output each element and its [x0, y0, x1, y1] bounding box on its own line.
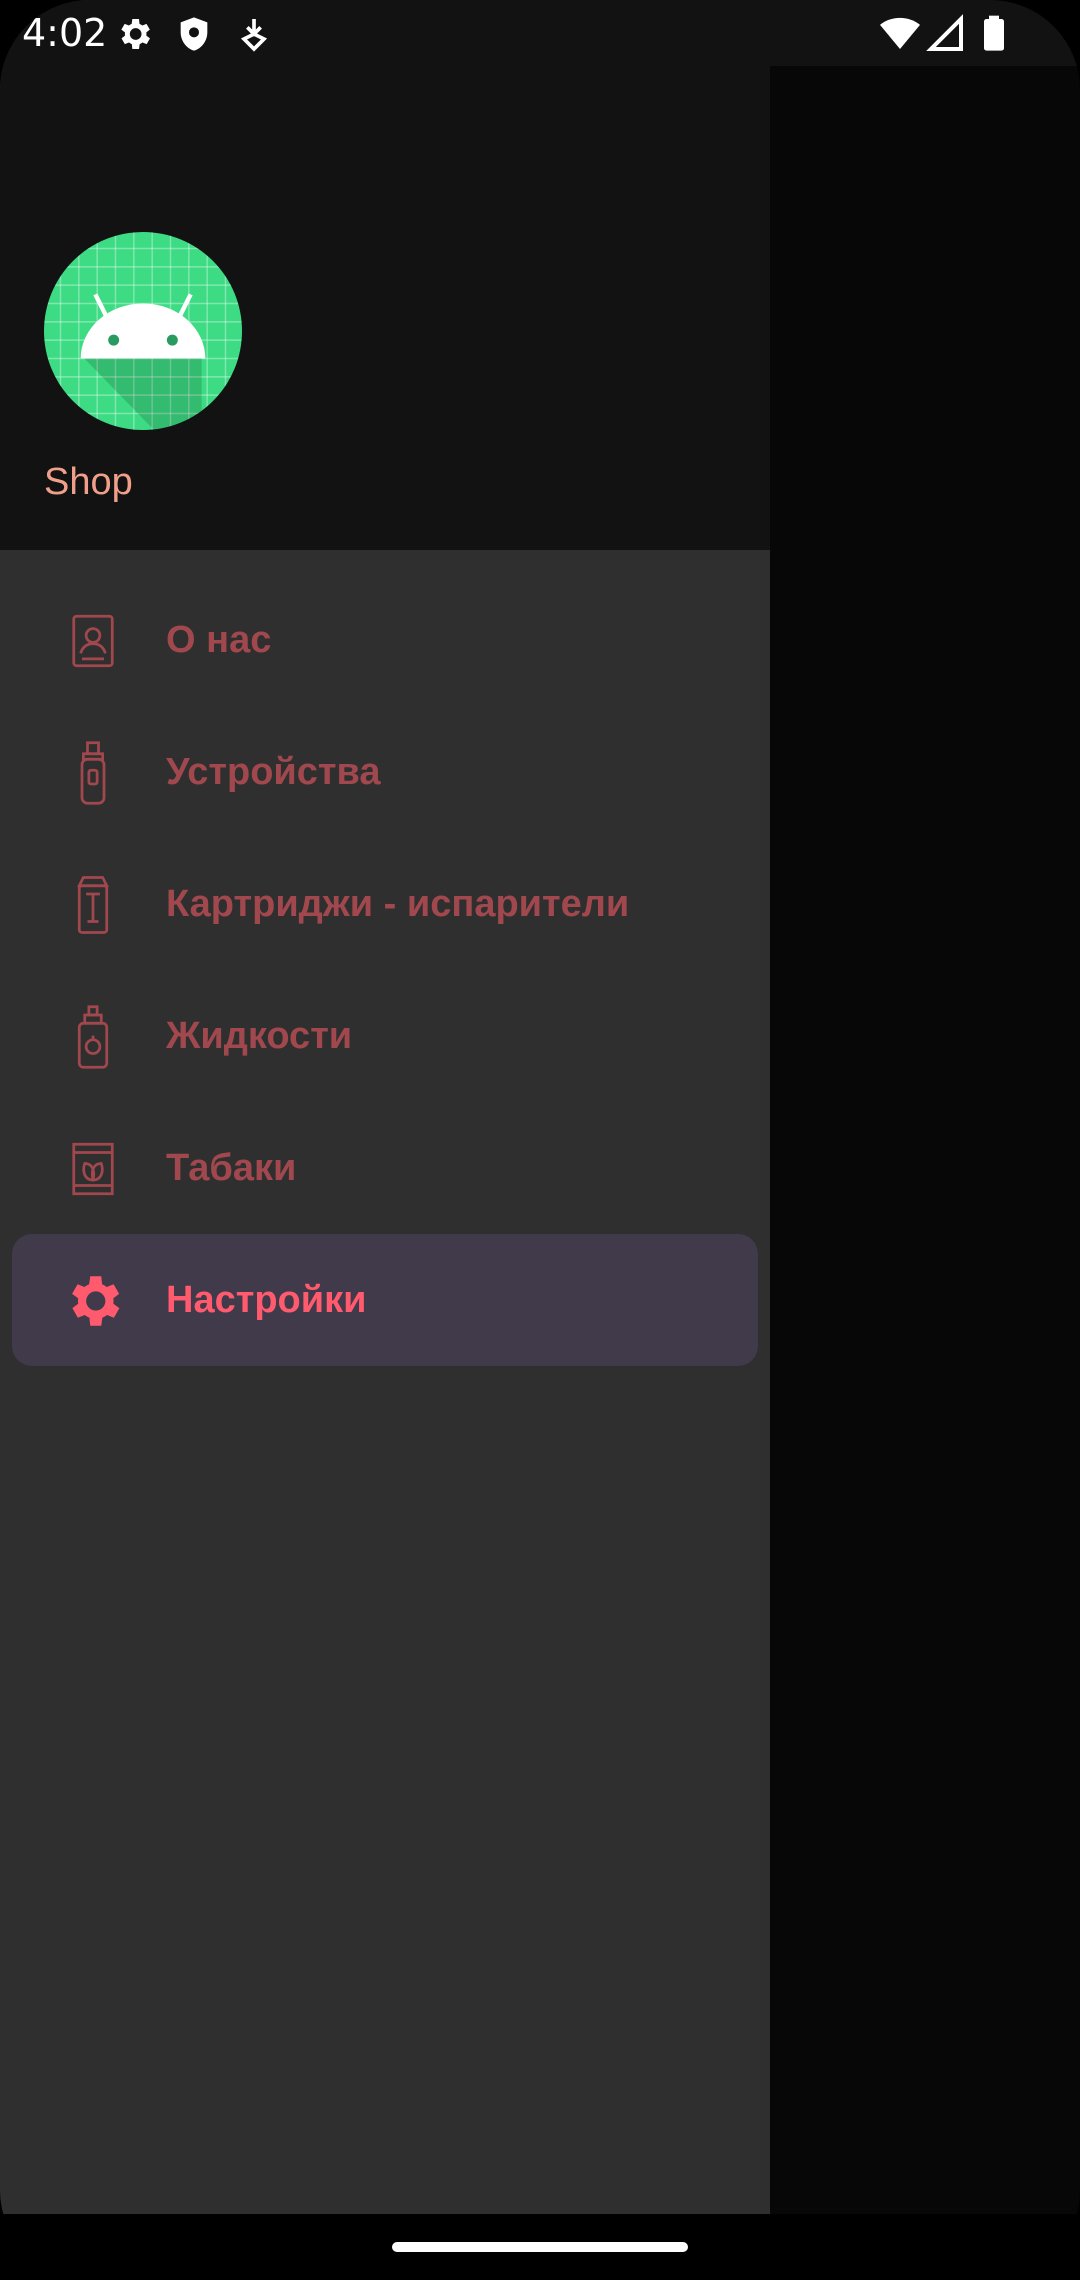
- menu-item-label: Устройства: [166, 751, 381, 793]
- navigation-drawer: Shop О нас Устройства Картриджи - испари…: [0, 0, 770, 2214]
- menu-item-label: Табаки: [166, 1147, 297, 1189]
- menu-item-label: Жидкости: [166, 1015, 353, 1057]
- settings-gear-icon: [72, 1276, 120, 1326]
- menu-item-cartridges[interactable]: Картриджи - испарители: [0, 838, 770, 970]
- battery-icon: [984, 15, 1004, 51]
- menu-item-settings[interactable]: Настройки: [0, 1234, 770, 1366]
- menu-item-label: Картриджи - испарители: [166, 883, 630, 925]
- menu-item-about[interactable]: О нас: [0, 574, 770, 706]
- wifi-icon: [880, 17, 920, 49]
- status-bar: 4:02: [0, 0, 1080, 66]
- cartridge-icon: [77, 876, 109, 934]
- download-icon: [240, 19, 268, 52]
- shield-icon: [180, 17, 208, 51]
- drawer-header: Shop: [0, 0, 770, 550]
- menu-item-label: О нас: [166, 619, 272, 661]
- app-name: Shop: [44, 461, 133, 503]
- contact-card-icon: [72, 614, 114, 668]
- status-time: 4:02: [22, 11, 108, 55]
- drawer-menu: О нас Устройства Картриджи - испарители …: [0, 574, 770, 1366]
- menu-item-liquids[interactable]: Жидкости: [0, 970, 770, 1102]
- gear-icon: [121, 19, 150, 49]
- vape-device-icon: [80, 741, 106, 805]
- drawer-scrim[interactable]: [770, 66, 1080, 2214]
- menu-item-tobacco[interactable]: Табаки: [0, 1102, 770, 1234]
- liquid-bottle-icon: [77, 1005, 109, 1069]
- tobacco-pack-icon: [72, 1142, 114, 1196]
- phone-screen: 4:02 Shop О нас Устройства Картриджи - и…: [0, 0, 1080, 2280]
- menu-item-devices[interactable]: Устройства: [0, 706, 770, 838]
- home-gesture-handle[interactable]: [392, 2242, 688, 2252]
- menu-item-label: Настройки: [166, 1279, 367, 1321]
- gesture-nav-bar: [0, 2214, 1080, 2280]
- android-icon: [44, 232, 242, 430]
- signal-icon: [926, 14, 963, 51]
